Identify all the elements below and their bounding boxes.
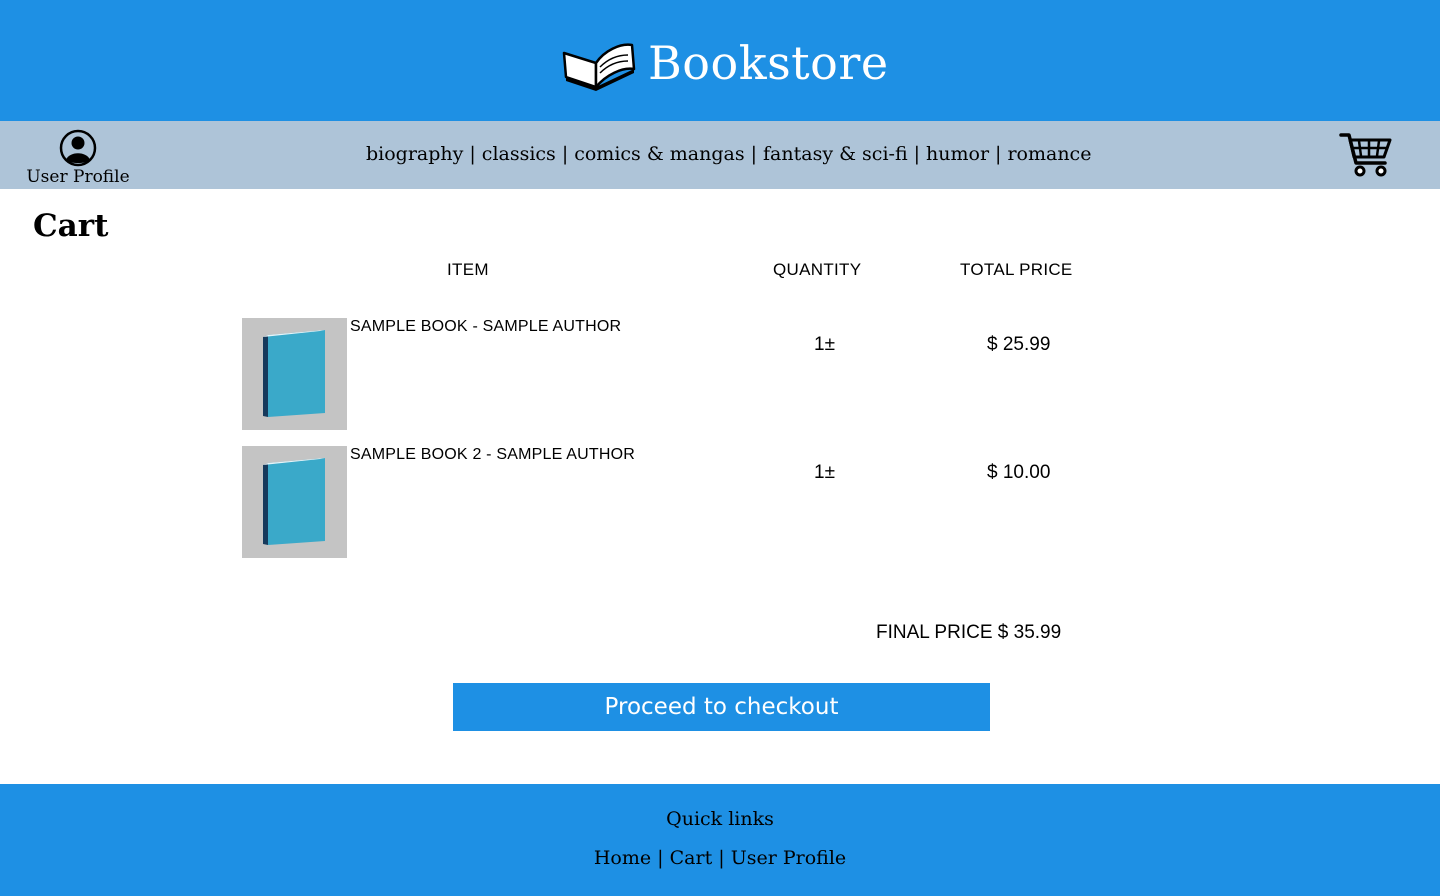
category-romance[interactable]: romance [1007,143,1091,165]
book-cover-icon [263,330,325,417]
final-price-label: FINAL PRICE [876,622,993,643]
separator: | [750,143,758,165]
category-classics[interactable]: classics [482,143,556,165]
quantity-control: 1 ± [814,334,835,356]
quantity-value: 1 [814,462,825,483]
item-total-price: $ 25.99 [987,334,1051,355]
category-links: biography | classics | comics & mangas |… [366,141,1091,167]
item-total-price: $ 10.00 [987,462,1051,483]
footer-link-cart[interactable]: Cart [670,847,713,869]
category-humor[interactable]: humor [926,143,989,165]
final-price-value: $ 35.99 [997,622,1062,643]
footer-link-user-profile[interactable]: User Profile [731,847,846,869]
category-comics-mangas[interactable]: comics & mangas [574,143,744,165]
page-title: Cart [33,208,109,244]
item-name[interactable]: SAMPLE BOOK - SAMPLE AUTHOR [350,318,621,336]
shopping-cart-icon [1339,133,1392,177]
book-cover-icon [263,458,325,545]
item-name[interactable]: SAMPLE BOOK 2 - SAMPLE AUTHOR [350,446,635,464]
site-header: Bookstore [0,0,1440,121]
footer-title: Quick links [666,808,774,830]
separator: | [995,143,1002,165]
brand[interactable]: Bookstore [560,28,889,98]
quantity-stepper[interactable]: ± [825,334,835,356]
quantity-stepper[interactable]: ± [825,462,835,484]
final-price: FINAL PRICE $ 35.99 [876,622,1061,644]
site-title: Bookstore [648,36,889,90]
cart-button[interactable] [1338,131,1394,179]
column-header-quantity: QUANTITY [773,260,862,279]
user-profile-label: User Profile [26,167,130,187]
column-header-item: ITEM [447,260,489,279]
separator: | [657,847,664,869]
book-thumbnail[interactable] [242,446,347,558]
separator: | [718,847,725,869]
quantity-control: 1 ± [814,462,835,484]
separator: | [913,143,921,165]
cart-row: SAMPLE BOOK 2 - SAMPLE AUTHOR 1 ± $ 10.0… [242,446,1082,558]
column-header-total-price: TOTAL PRICE [960,260,1073,279]
proceed-to-checkout-button[interactable]: Proceed to checkout [453,683,990,731]
user-circle-icon [59,129,97,167]
separator: | [561,143,569,165]
category-biography[interactable]: biography [366,143,463,165]
open-book-icon [562,43,636,91]
site-footer: Quick links Home | Cart | User Profile [0,784,1440,896]
footer-links: Home | Cart | User Profile [0,847,1440,869]
user-profile-link[interactable]: User Profile [24,129,132,187]
cart-row: SAMPLE BOOK - SAMPLE AUTHOR 1 ± $ 25.99 [242,318,1082,430]
quantity-value: 1 [814,334,825,355]
separator: | [469,143,476,165]
book-thumbnail[interactable] [242,318,347,430]
category-fantasy-scifi[interactable]: fantasy & sci-fi [763,143,908,165]
category-nav: User Profile biography | classics | comi… [0,121,1440,189]
footer-link-home[interactable]: Home [594,847,651,869]
